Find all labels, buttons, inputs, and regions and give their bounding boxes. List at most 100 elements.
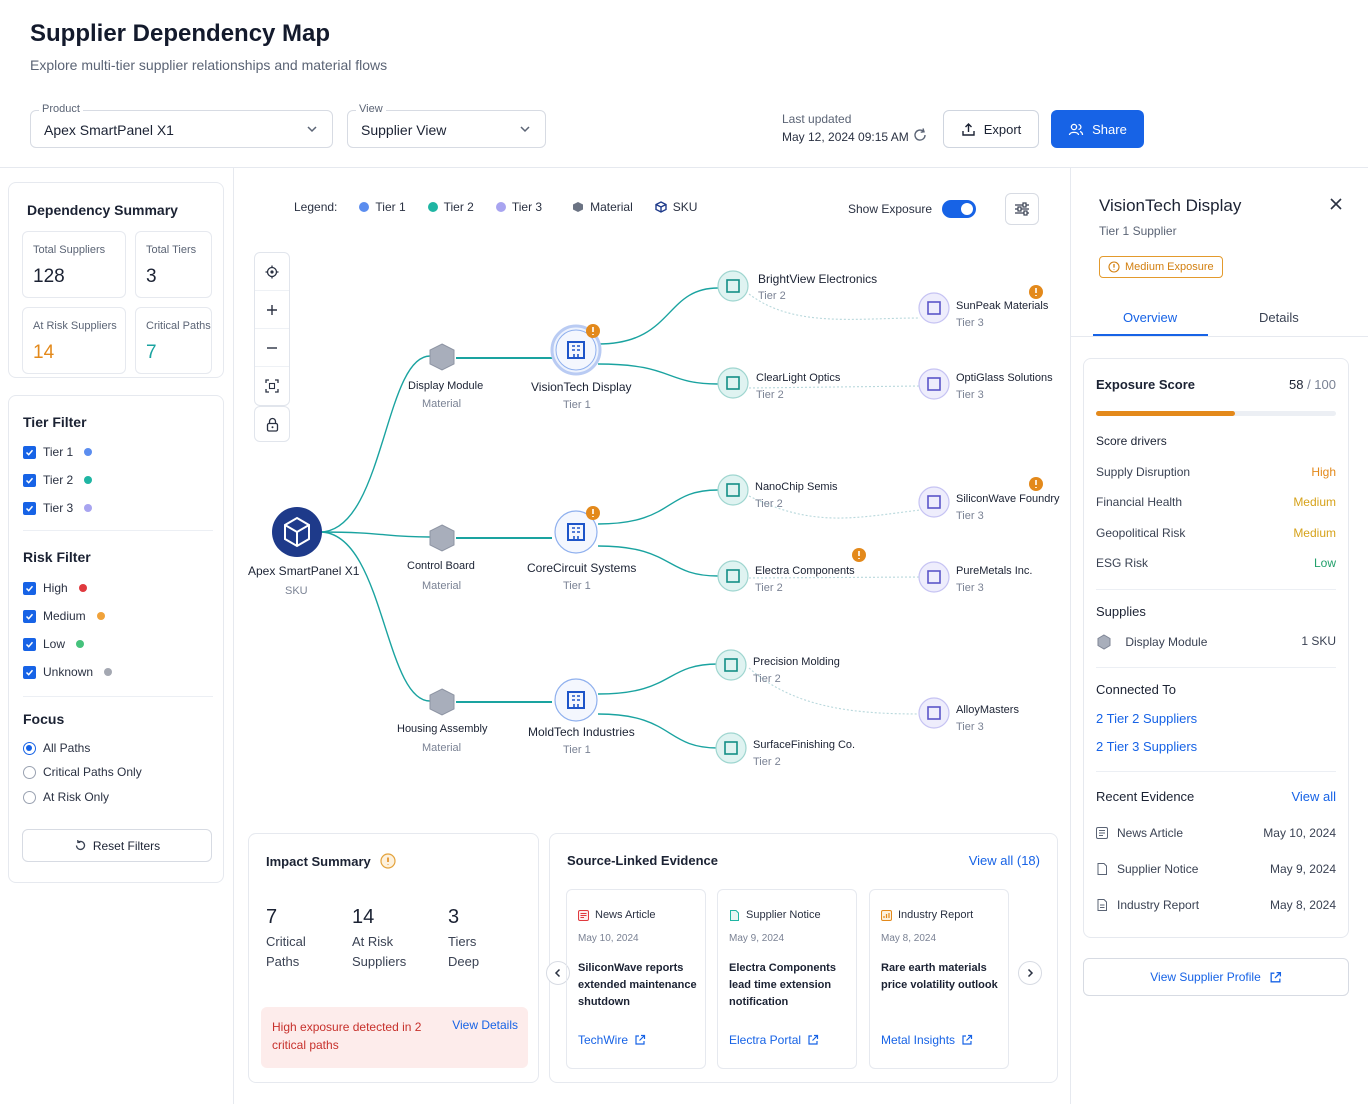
tier2-node-brightview[interactable] [717, 270, 749, 302]
focus-at-risk-only[interactable]: At Risk Only [23, 789, 109, 805]
exposure-alert-text: High exposure detected in 2 critical pat… [272, 1018, 432, 1054]
locate-button[interactable] [255, 253, 289, 291]
tier3-sub: Tier 3 [956, 317, 984, 329]
fit-view-button[interactable] [255, 367, 289, 405]
tier-filter-tier-3[interactable]: Tier 3 [23, 500, 93, 516]
stat-value: 3 [146, 266, 157, 287]
tier-3-dot [495, 202, 506, 212]
legend-label: Tier 1 [375, 200, 406, 214]
stat-label: Total Suppliers [33, 244, 106, 256]
graph-canvas: Legend: Tier 1 Tier 2 Tier 3 Material SK… [233, 168, 1071, 1104]
material-node-display-module[interactable] [429, 343, 455, 371]
evidence-source-link[interactable]: Electra Portal [729, 1033, 819, 1047]
tier1-node-corecircuit[interactable] [554, 506, 600, 554]
evidence-source-link[interactable]: Metal Insights [881, 1033, 973, 1047]
tier-filter-tier-2[interactable]: Tier 2 [23, 472, 93, 488]
exposure-score-value: 58 [1288, 377, 1304, 392]
zoom-out-button[interactable] [255, 329, 289, 367]
tier3-node-sunpeak[interactable] [918, 292, 950, 324]
tier2-node-nanochip[interactable] [717, 474, 749, 506]
close-icon[interactable] [1328, 196, 1344, 212]
tier2-node-precision[interactable] [715, 649, 747, 681]
risk-filter-medium[interactable]: Medium [23, 608, 105, 624]
evidence-source-link[interactable]: TechWire [578, 1033, 646, 1047]
tier3-node-optiglass[interactable] [918, 368, 950, 400]
tier1-node-visiontech[interactable] [550, 324, 602, 376]
view-details-link[interactable]: View Details [452, 1018, 518, 1032]
report-icon [1097, 899, 1107, 911]
refresh-icon[interactable] [912, 127, 928, 143]
graph-settings-button[interactable] [1005, 193, 1039, 225]
checkbox-checked-icon[interactable] [23, 473, 36, 487]
external-link-icon [962, 1034, 973, 1045]
connected-tier2-link[interactable]: 2 Tier 2 Suppliers [1096, 711, 1197, 726]
checkbox-checked-icon[interactable] [23, 581, 36, 595]
tier3-node-siliconwave[interactable] [918, 486, 950, 518]
exposure-alert: High exposure detected in 2 critical pat… [261, 1007, 528, 1068]
export-button[interactable]: Export [943, 110, 1039, 148]
recent-evidence-row[interactable]: Supplier Notice May 9, 2024 [1096, 862, 1336, 876]
evidence-item[interactable]: Industry Report May 8, 2024 Rare earth m… [869, 889, 1009, 1069]
tab-overview[interactable]: Overview [1123, 310, 1177, 325]
share-button[interactable]: Share [1051, 110, 1144, 148]
risk-filter-title: Risk Filter [23, 549, 91, 565]
reset-filters-button[interactable]: Reset Filters [22, 829, 212, 862]
tier2-label: SurfaceFinishing Co. [753, 739, 856, 751]
checkbox-checked-icon[interactable] [23, 501, 36, 515]
tier-filter-tier-1[interactable]: Tier 1 [23, 444, 93, 460]
lock-layout-button[interactable] [254, 406, 290, 442]
tier1-node-moldtech[interactable] [554, 678, 598, 722]
driver-label: Geopolitical Risk [1096, 526, 1186, 540]
carousel-next-button[interactable] [1018, 961, 1042, 985]
recent-evidence-row[interactable]: News Article May 10, 2024 [1096, 826, 1336, 840]
sku-node[interactable] [272, 507, 322, 557]
evidence-item[interactable]: News Article May 10, 2024 SiliconWave re… [566, 889, 706, 1069]
evidence-type-label: Industry Report [898, 909, 974, 921]
recent-evidence-view-all[interactable]: View all [1291, 789, 1336, 804]
tier3-label: AlloyMasters [956, 704, 1019, 716]
radio-icon[interactable] [23, 765, 36, 779]
material-node-housing-assembly[interactable] [429, 688, 455, 716]
risk-filter-label: Unknown [43, 665, 94, 679]
material-label: Control Board [407, 560, 475, 572]
checkbox-checked-icon[interactable] [23, 445, 36, 459]
connected-tier3-link[interactable]: 2 Tier 3 Suppliers [1096, 739, 1197, 754]
tier2-node-clearlight[interactable] [717, 367, 749, 399]
checkbox-checked-icon[interactable] [23, 609, 36, 623]
tier2-node-electra[interactable] [717, 560, 749, 592]
recent-evidence-row[interactable]: Industry Report May 8, 2024 [1096, 898, 1336, 912]
exposure-badge: Medium Exposure [1099, 256, 1223, 278]
show-exposure-toggle[interactable] [942, 200, 976, 218]
supplies-item: Display Module [1125, 635, 1208, 649]
zoom-in-button[interactable] [255, 291, 289, 329]
product-select[interactable]: Product Apex SmartPanel X1 [30, 103, 333, 148]
checkbox-checked-icon[interactable] [23, 665, 36, 679]
stat-critical-paths: Critical Paths 7 [135, 307, 212, 374]
page-header: Supplier Dependency Map Explore multi-ti… [0, 0, 1368, 168]
evidence-item[interactable]: Supplier Notice May 9, 2024 Electra Comp… [717, 889, 857, 1069]
material-node-control-board[interactable] [429, 524, 455, 552]
risk-filter-unknown[interactable]: Unknown [23, 664, 113, 680]
evidence-source: Metal Insights [881, 1033, 956, 1047]
tier2-sub: Tier 2 [758, 290, 786, 302]
view-select[interactable]: View Supplier View [347, 103, 546, 148]
checkbox-checked-icon[interactable] [23, 637, 36, 651]
view-supplier-profile-button[interactable]: View Supplier Profile [1083, 958, 1349, 996]
radio-icon[interactable] [23, 790, 36, 804]
focus-all-paths[interactable]: All Paths [23, 740, 90, 756]
document-icon [730, 909, 739, 921]
focus-critical-paths-only[interactable]: Critical Paths Only [23, 764, 142, 780]
impact-critical-paths-label: Critical Paths [266, 932, 306, 972]
tab-details[interactable]: Details [1259, 310, 1299, 325]
sku-node-sub: SKU [285, 585, 308, 597]
tier3-node-alloymasters[interactable] [918, 697, 950, 729]
last-updated-label: Last updated [782, 112, 852, 126]
evidence-view-all-link[interactable]: View all (18) [969, 853, 1040, 868]
tier3-node-puremetals[interactable] [918, 561, 950, 593]
risk-filter-low[interactable]: Low [23, 636, 85, 652]
radio-selected-icon[interactable] [23, 741, 36, 755]
risk-filter-high[interactable]: High [23, 580, 87, 596]
low-risk-dot [76, 640, 85, 648]
hexagon-icon [573, 202, 584, 212]
tier2-node-surface[interactable] [715, 732, 747, 764]
